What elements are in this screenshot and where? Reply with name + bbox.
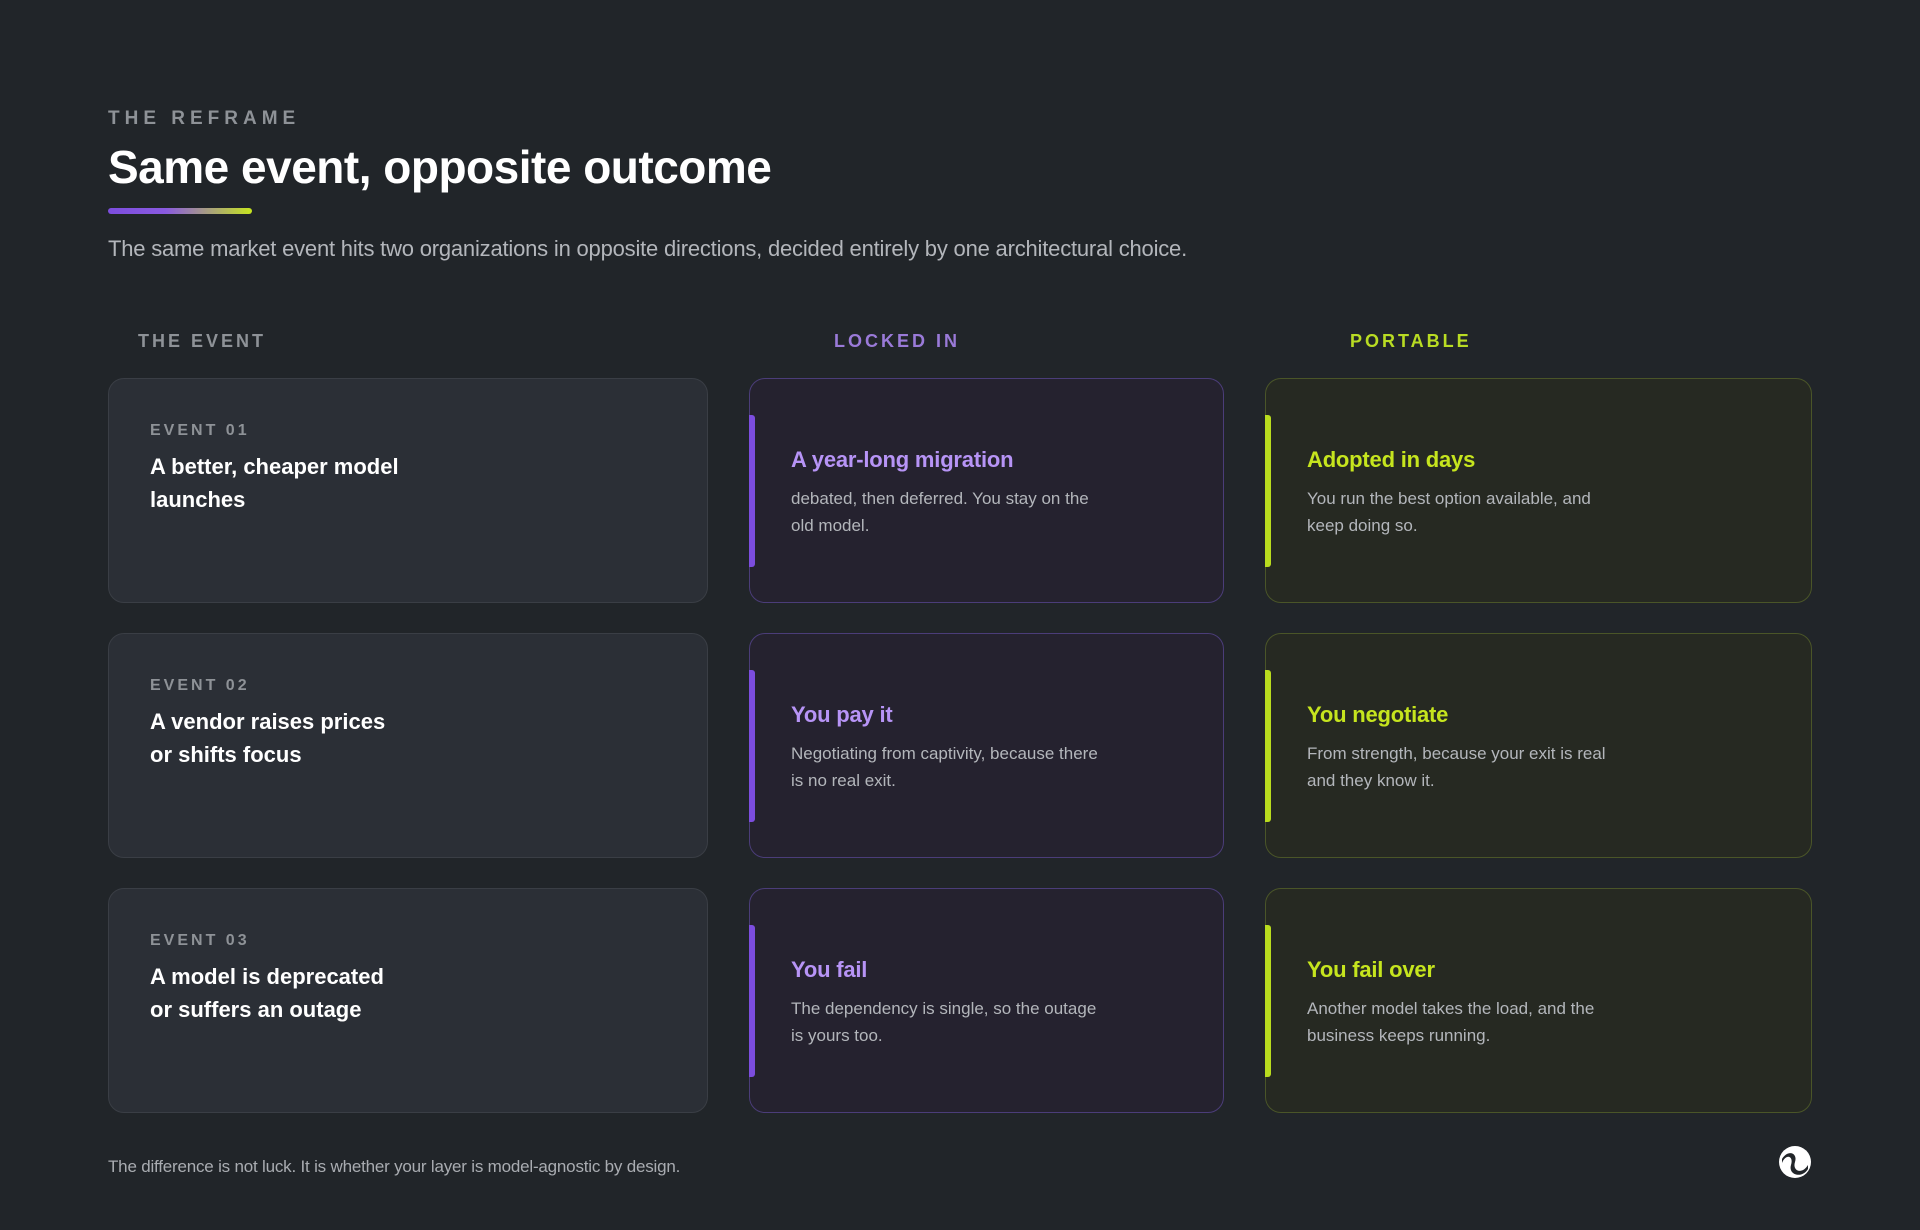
portable-text: You run the best option available, and k… bbox=[1307, 489, 1591, 535]
event-label: EVENT 02 bbox=[150, 677, 250, 694]
portable-text: Another model takes the load, and the bu… bbox=[1307, 999, 1595, 1045]
event-label: EVENT 03 bbox=[150, 932, 250, 949]
event-card: EVENT 02 A vendor raises prices or shift… bbox=[108, 633, 708, 858]
locked-text: Negotiating from captivity, because ther… bbox=[791, 744, 1098, 790]
column-header-locked: LOCKED IN bbox=[834, 331, 960, 351]
event-card: EVENT 03 A model is deprecated or suffer… bbox=[108, 888, 708, 1113]
event-text: A model is deprecated or suffers an outa… bbox=[150, 964, 384, 1022]
title-underline bbox=[108, 208, 252, 214]
event-card: EVENT 01 A better, cheaper model launche… bbox=[108, 378, 708, 603]
locked-card: A year-long migration debated, then defe… bbox=[748, 378, 1224, 603]
locked-text: debated, then deferred. You stay on the … bbox=[791, 489, 1089, 535]
portable-card: You fail over Another model takes the lo… bbox=[1264, 888, 1812, 1113]
portable-card: You negotiate From strength, because you… bbox=[1264, 633, 1812, 858]
portable-accent-bar bbox=[1264, 415, 1271, 567]
footer-note: The difference is not luck. It is whethe… bbox=[108, 1157, 681, 1176]
portable-title: Adopted in days bbox=[1307, 447, 1476, 472]
locked-title: You pay it bbox=[791, 702, 893, 727]
column-header-portable: PORTABLE bbox=[1350, 331, 1472, 351]
eyebrow: THE REFRAME bbox=[108, 108, 301, 129]
locked-accent-bar bbox=[748, 670, 755, 822]
locked-title: A year-long migration bbox=[791, 447, 1014, 472]
locked-card: You fail The dependency is single, so th… bbox=[748, 888, 1224, 1113]
portable-title: You fail over bbox=[1307, 957, 1435, 982]
page-title: Same event, opposite outcome bbox=[108, 141, 772, 193]
locked-accent-bar bbox=[748, 415, 755, 567]
page-subtitle: The same market event hits two organizat… bbox=[108, 236, 1188, 261]
portable-text: From strength, because your exit is real… bbox=[1307, 744, 1606, 790]
portable-title: You negotiate bbox=[1307, 702, 1449, 727]
event-text: A better, cheaper model launches bbox=[150, 454, 399, 512]
locked-card: You pay it Negotiating from captivity, b… bbox=[748, 633, 1224, 858]
locked-text: The dependency is single, so the outage … bbox=[791, 999, 1097, 1045]
portable-accent-bar bbox=[1264, 925, 1271, 1077]
portable-card: Adopted in days You run the best option … bbox=[1264, 378, 1812, 603]
brand-logo-icon bbox=[1778, 1145, 1812, 1179]
locked-title: You fail bbox=[791, 957, 868, 982]
event-label: EVENT 01 bbox=[150, 422, 250, 439]
portable-accent-bar bbox=[1264, 670, 1271, 822]
column-header-event: THE EVENT bbox=[138, 331, 267, 351]
locked-accent-bar bbox=[748, 925, 755, 1077]
event-text: A vendor raises prices or shifts focus bbox=[150, 709, 386, 767]
